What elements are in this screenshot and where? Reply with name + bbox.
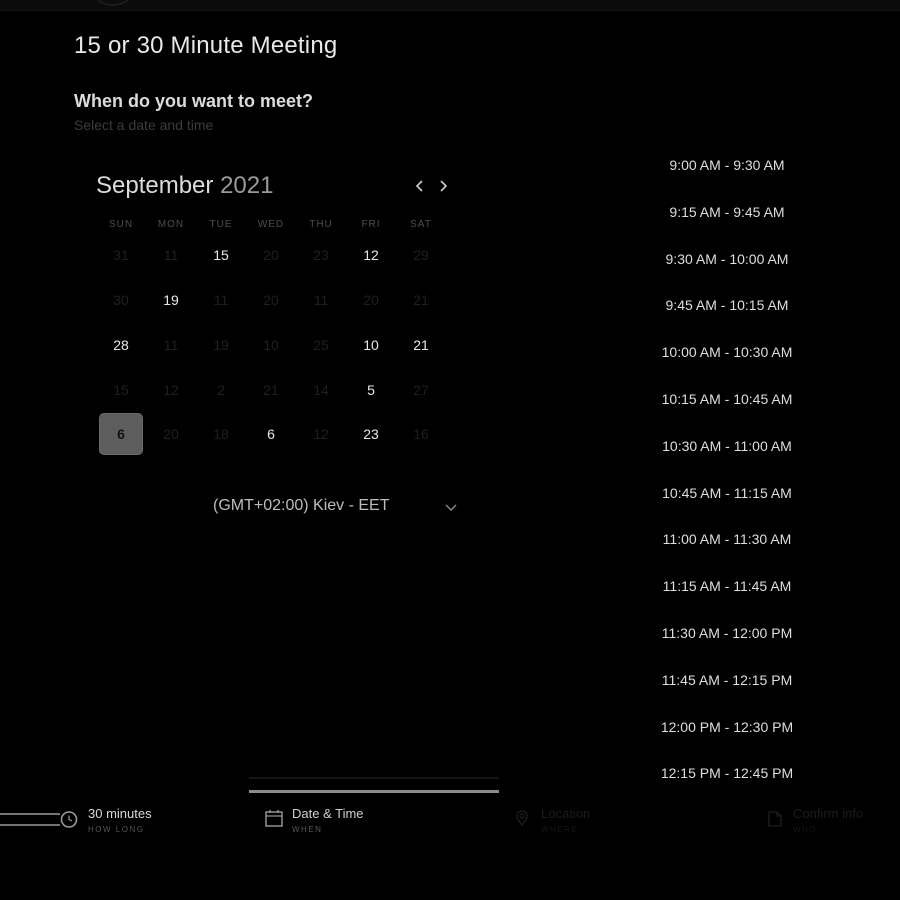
calendar-day-unavailable: 29 xyxy=(413,247,429,263)
calendar-day-unavailable: 11 xyxy=(163,247,179,263)
chevron-right-icon xyxy=(440,180,448,192)
calendar-day-unavailable: 11 xyxy=(163,337,179,353)
document-icon xyxy=(768,811,782,827)
calendar-day-unavailable: 15 xyxy=(113,382,129,398)
step-confirm-label: Confirm info xyxy=(793,806,864,821)
time-slot-button[interactable]: 11:30 AM - 12:00 PM xyxy=(640,618,814,648)
time-slot-button[interactable]: 11:45 AM - 12:15 PM xyxy=(640,665,814,695)
calendar-day-unavailable: 20 xyxy=(263,247,279,263)
calendar-day-unavailable: 27 xyxy=(413,382,429,398)
progress-indicator xyxy=(249,790,499,793)
calendar-day-available[interactable]: 19 xyxy=(150,280,192,320)
previous-month-button[interactable] xyxy=(410,176,430,196)
calendar-day-available[interactable]: 23 xyxy=(350,414,392,454)
calendar-month: September xyxy=(96,172,214,199)
weekday-label: TUE xyxy=(209,219,233,230)
weekday-label: SUN xyxy=(108,219,134,230)
time-slot-button[interactable]: 10:45 AM - 11:15 AM xyxy=(640,478,814,508)
time-slot-button[interactable]: 12:00 PM - 12:30 PM xyxy=(640,712,814,742)
calendar-day-available[interactable]: 15 xyxy=(200,235,242,275)
calendar-day-unavailable: 11 xyxy=(213,292,229,308)
time-slot-button[interactable]: 10:00 AM - 10:30 AM xyxy=(640,337,814,367)
weekday-label: SAT xyxy=(410,219,432,230)
time-slot-button[interactable]: 11:15 AM - 11:45 AM xyxy=(640,571,814,601)
calendar-day-available[interactable]: 5 xyxy=(350,370,392,410)
next-month-button[interactable] xyxy=(433,176,453,196)
section-heading: When do you want to meet? xyxy=(74,91,313,111)
time-slot-button[interactable]: 9:30 AM - 10:00 AM xyxy=(640,244,814,274)
chevron-left-icon xyxy=(415,180,423,192)
timezone-select[interactable]: (GMT+02:00) Kiev - EET xyxy=(200,492,468,520)
calendar-day-unavailable: 16 xyxy=(413,426,429,442)
weekday-label: MON xyxy=(157,219,185,230)
logo-icon xyxy=(96,0,130,6)
weekday-label: THU xyxy=(309,219,333,230)
calendar-day-unavailable: 20 xyxy=(263,292,279,308)
weekday-label: FRI xyxy=(361,219,381,230)
calendar-day-selected[interactable]: 6 xyxy=(100,414,142,454)
calendar-day-unavailable: 19 xyxy=(213,337,229,353)
time-slot-button[interactable]: 11:00 AM - 11:30 AM xyxy=(640,524,814,554)
calendar-month-label: September 2021 xyxy=(96,172,273,200)
calendar-day-unavailable: 18 xyxy=(213,426,229,442)
calendar-day-available[interactable]: 21 xyxy=(400,325,442,365)
step-confirm-sub: WHO xyxy=(793,825,818,834)
calendar-year: 2021 xyxy=(220,172,274,199)
calendar-day-unavailable: 25 xyxy=(313,337,329,353)
time-slot-button[interactable]: 9:45 AM - 10:15 AM xyxy=(640,290,814,320)
step-confirm-info[interactable]: Confirm info WHO xyxy=(0,798,890,838)
calendar-day-unavailable: 10 xyxy=(263,337,279,353)
calendar-day-unavailable: 30 xyxy=(113,292,129,308)
calendar-day-unavailable: 23 xyxy=(313,247,329,263)
calendar-day-available[interactable]: 28 xyxy=(100,325,142,365)
weekday-label: WED xyxy=(257,219,285,230)
calendar-day-unavailable: 20 xyxy=(363,292,379,308)
time-slot-button[interactable]: 12:15 PM - 12:45 PM xyxy=(640,758,814,788)
calendar-day-unavailable: 12 xyxy=(313,426,329,442)
progress-track xyxy=(249,777,499,779)
calendar-day-unavailable: 21 xyxy=(263,382,279,398)
time-slot-button[interactable]: 10:15 AM - 10:45 AM xyxy=(640,384,814,414)
section-subheading: Select a date and time xyxy=(74,117,214,133)
timezone-label: (GMT+02:00) Kiev - EET xyxy=(213,497,390,514)
calendar-day-unavailable: 21 xyxy=(413,292,429,308)
calendar-day-available[interactable]: 10 xyxy=(350,325,392,365)
calendar-day-unavailable: 11 xyxy=(313,292,329,308)
calendar-day-unavailable: 12 xyxy=(163,382,179,398)
calendar-day-unavailable: 20 xyxy=(163,426,179,442)
calendar-day-unavailable: 14 xyxy=(313,382,329,398)
chevron-down-icon xyxy=(445,504,457,511)
calendar-day-available[interactable]: 12 xyxy=(350,235,392,275)
calendar-day-available[interactable]: 6 xyxy=(250,414,292,454)
calendar-day-unavailable: 2 xyxy=(217,382,225,398)
time-slot-button[interactable]: 9:00 AM - 9:30 AM xyxy=(640,150,814,180)
time-slot-button[interactable]: 9:15 AM - 9:45 AM xyxy=(640,197,814,227)
calendar-day-unavailable: 31 xyxy=(113,247,129,263)
page-title: 15 or 30 Minute Meeting xyxy=(74,32,338,59)
top-bar xyxy=(0,0,900,11)
time-slot-button[interactable]: 10:30 AM - 11:00 AM xyxy=(640,431,814,461)
